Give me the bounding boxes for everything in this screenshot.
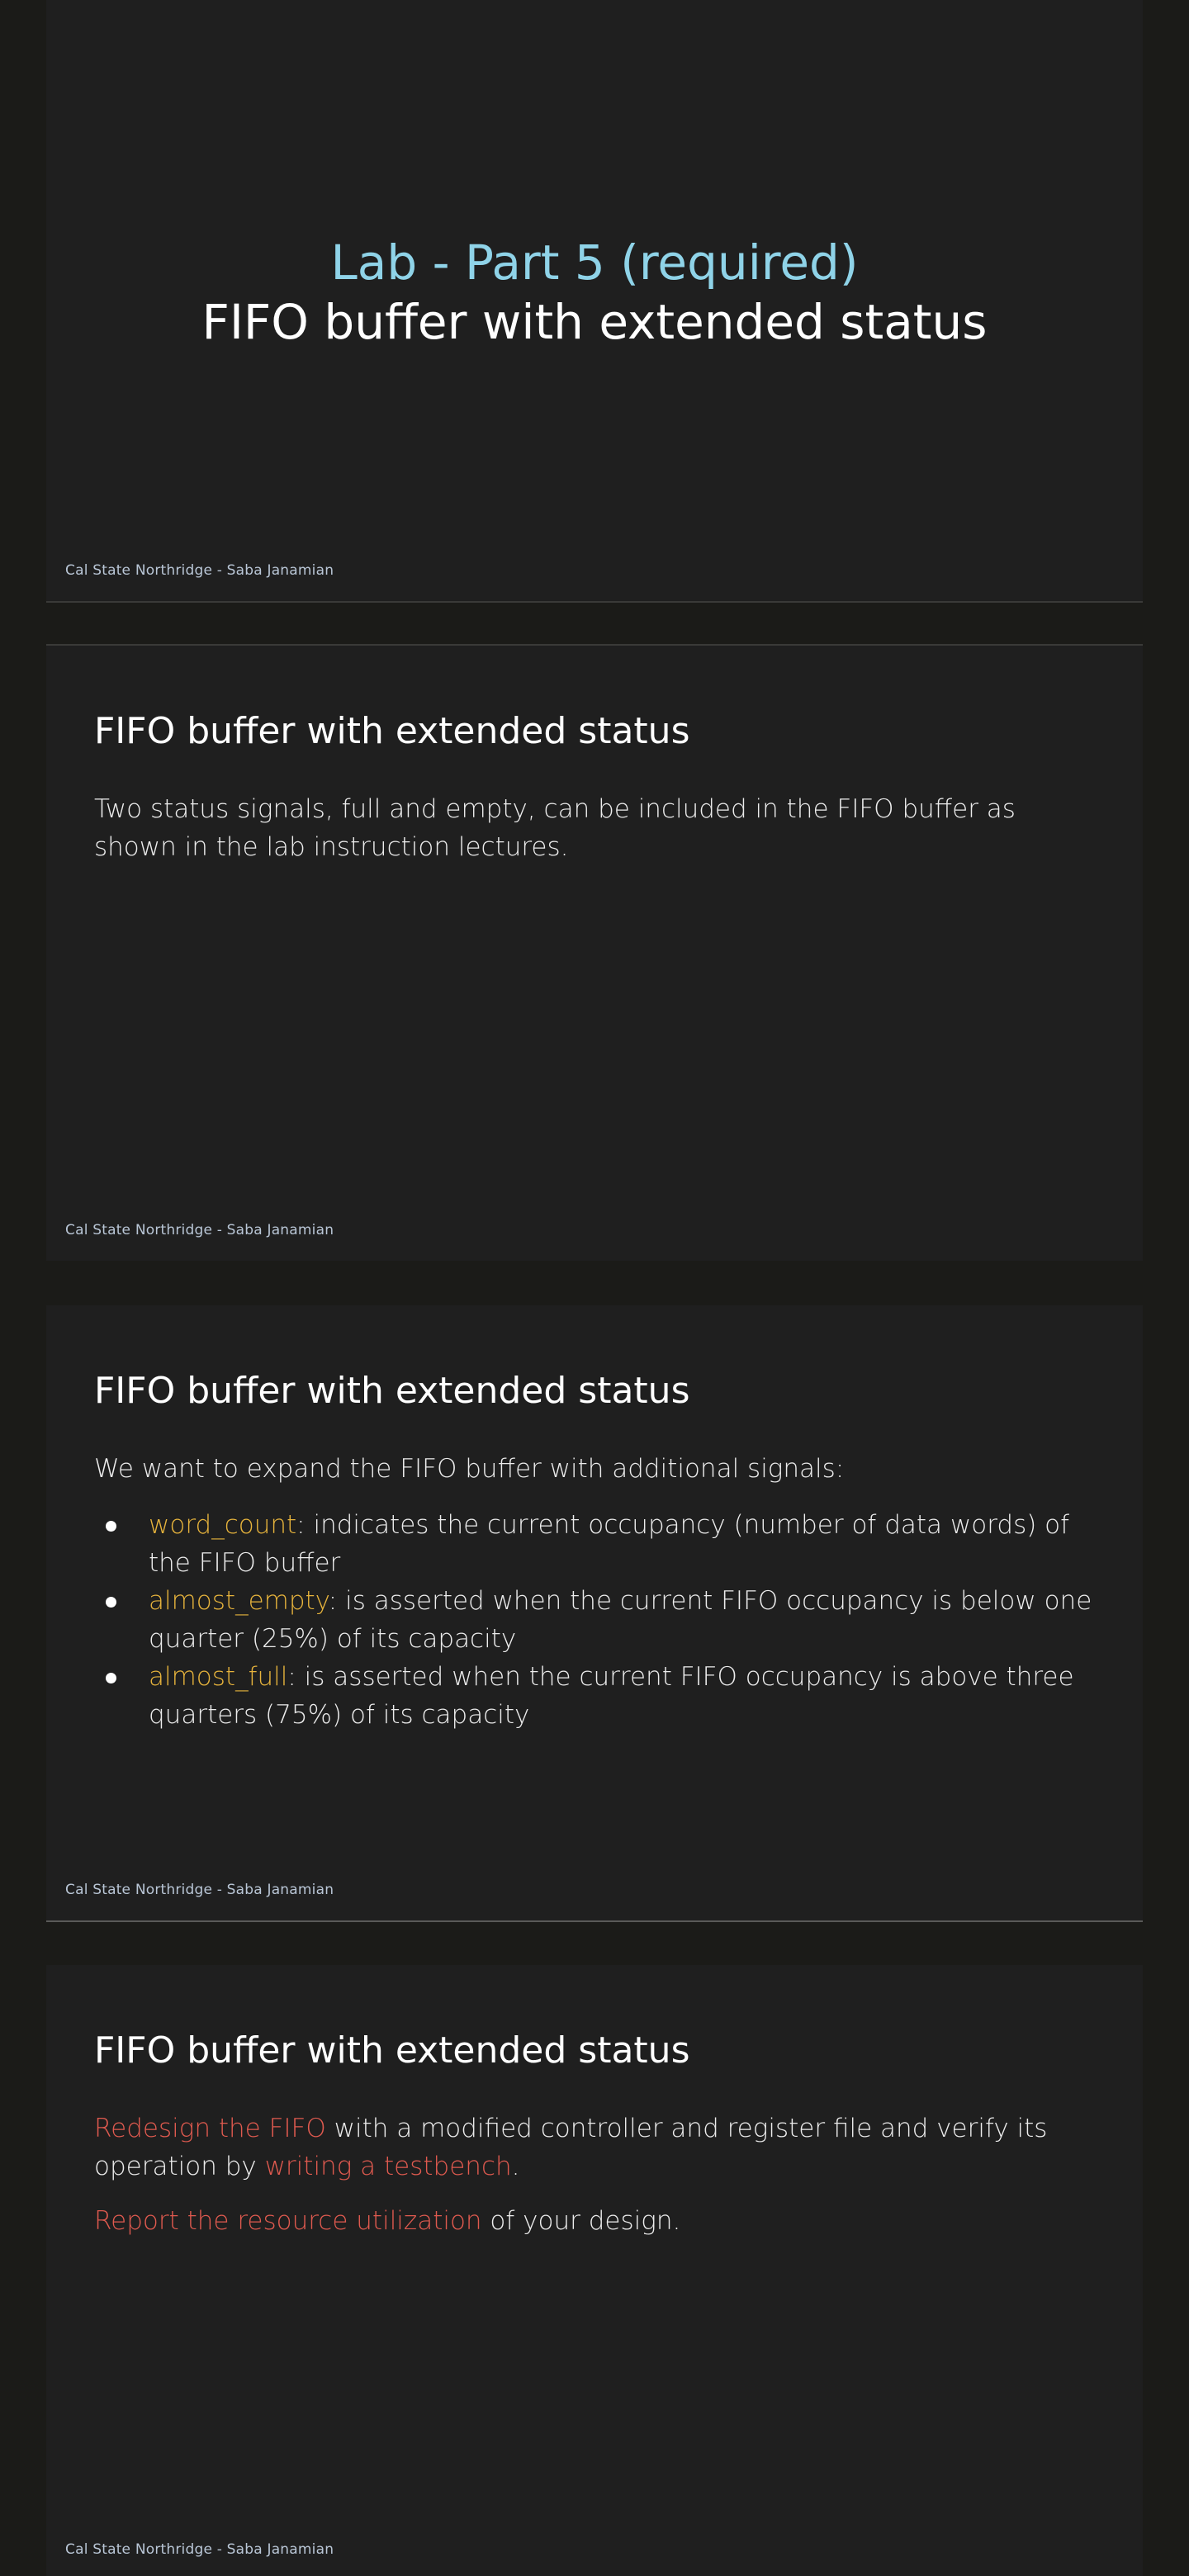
slide-footer: Cal State Northridge - Saba Janamian xyxy=(65,1222,334,1238)
signal-name: almost_empty xyxy=(149,1586,329,1616)
signal-description: : is asserted when the current FIFO occu… xyxy=(149,1662,1074,1730)
task-highlight: Redesign the FIFO xyxy=(94,2114,326,2143)
slide-footer: Cal State Northridge - Saba Janamian xyxy=(65,1882,334,1898)
task-highlight: Report the resource utilization xyxy=(94,2206,482,2236)
slide-status-intro: FIFO buffer with extended status Two sta… xyxy=(46,646,1143,1261)
slide-divider xyxy=(46,1920,1143,1922)
bullet-icon xyxy=(106,1597,116,1608)
bullet-icon xyxy=(106,1521,116,1532)
slide-title: Lab - Part 5 (required) FIFO buffer with… xyxy=(46,0,1143,601)
slide-title-main: FIFO buffer with extended status xyxy=(201,294,988,350)
bullet-icon xyxy=(106,1673,116,1683)
signal-list: word_count: indicates the current occupa… xyxy=(94,1506,1093,1734)
slide-body: Redesign the FIFO with a modified contro… xyxy=(94,2110,1093,2256)
slide-body: We want to expand the FIFO buffer with a… xyxy=(94,1450,1093,1734)
body-paragraph: Two status signals, full and empty, can … xyxy=(94,794,1016,862)
list-item: word_count: indicates the current occupa… xyxy=(94,1506,1093,1582)
task-paragraph: Redesign the FIFO with a modified contro… xyxy=(94,2110,1093,2185)
list-item: almost_empty: is asserted when the curre… xyxy=(94,1582,1093,1658)
slide-heading: FIFO buffer with extended status xyxy=(94,710,690,752)
slide-footer: Cal State Northridge - Saba Janamian xyxy=(65,2541,334,2558)
slide-heading: FIFO buffer with extended status xyxy=(94,1370,690,1412)
slide-divider xyxy=(46,601,1143,603)
list-item: almost_full: is asserted when the curren… xyxy=(94,1658,1093,1734)
slide-additional-signals: FIFO buffer with extended status We want… xyxy=(46,1305,1143,1920)
task-text: of your design. xyxy=(481,2206,681,2236)
task-highlight: writing a testbench xyxy=(264,2152,512,2181)
slide-tasks: FIFO buffer with extended status Redesig… xyxy=(46,1965,1143,2576)
slide-body: Two status signals, full and empty, can … xyxy=(94,790,1093,883)
signal-name: word_count xyxy=(149,1510,297,1540)
body-intro: We want to expand the FIFO buffer with a… xyxy=(94,1454,845,1484)
task-paragraph: Report the resource utilization of your … xyxy=(94,2202,1093,2240)
slide-heading: FIFO buffer with extended status xyxy=(94,2029,690,2072)
slide-footer: Cal State Northridge - Saba Janamian xyxy=(65,562,334,579)
title-block: Lab - Part 5 (required) FIFO buffer with… xyxy=(46,233,1143,352)
signal-name: almost_full xyxy=(149,1662,288,1692)
slide-title-accent: Lab - Part 5 (required) xyxy=(330,234,859,291)
task-text: . xyxy=(511,2152,520,2181)
